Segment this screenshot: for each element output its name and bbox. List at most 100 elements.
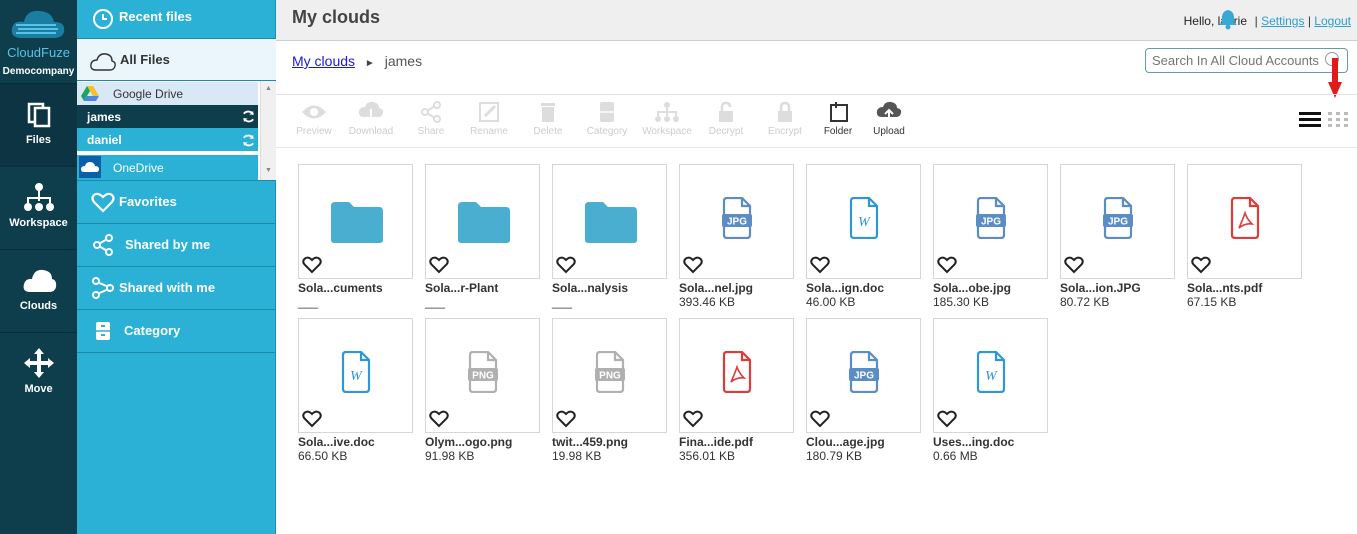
bell-icon[interactable] [1217, 8, 1239, 30]
cloud-item-daniel[interactable]: daniel [77, 128, 258, 151]
file-tile[interactable]: JPG Sola...ion.JPG 80.72 KB [1060, 164, 1175, 309]
favorite-heart-icon[interactable] [1064, 256, 1084, 274]
upload-button[interactable]: Upload [861, 101, 917, 137]
favorite-heart-icon[interactable] [810, 256, 830, 274]
sidebar-item-all-files[interactable]: All Files [77, 39, 276, 81]
file-thumbnail[interactable] [298, 164, 413, 279]
file-tile[interactable]: PNG twit...459.png 19.98 KB [552, 318, 667, 463]
sidebar-item-shared-by-me[interactable]: Shared by me [77, 224, 276, 267]
favorite-heart-icon[interactable] [556, 410, 576, 428]
favorite-heart-icon[interactable] [937, 410, 957, 428]
file-tile[interactable]: Sola...nts.pdf 67.15 KB [1187, 164, 1302, 309]
search-input[interactable] [1145, 48, 1348, 73]
favorite-heart-icon[interactable] [683, 256, 703, 274]
sidebar-item-category[interactable]: Category [77, 310, 276, 353]
file-thumbnail[interactable]: W [806, 164, 921, 279]
svg-text:PNG: PNG [599, 371, 621, 382]
favorite-heart-icon[interactable] [429, 256, 449, 274]
file-name[interactable]: Clou...age.jpg [806, 435, 921, 449]
file-thumbnail[interactable]: W [298, 318, 413, 433]
file-thumbnail[interactable] [552, 164, 667, 279]
file-thumbnail[interactable]: PNG [552, 318, 667, 433]
favorite-heart-icon[interactable] [302, 410, 322, 428]
file-name[interactable]: twit...459.png [552, 435, 667, 449]
file-name[interactable]: Sola...nel.jpg [679, 281, 794, 295]
jpg-file-icon: JPG [976, 197, 1006, 239]
file-size: 19.98 KB [552, 449, 602, 463]
sidebar-item-favorites[interactable]: Favorites [77, 181, 276, 224]
list-view-button[interactable] [1299, 112, 1321, 128]
file-tile[interactable]: JPG Clou...age.jpg 180.79 KB [806, 318, 921, 463]
preview-button[interactable]: Preview [286, 101, 342, 137]
favorite-heart-icon[interactable] [429, 410, 449, 428]
encrypt-button[interactable]: Encrypt [757, 101, 813, 137]
sidebar-item-shared-with-me[interactable]: Shared with me [77, 267, 276, 310]
file-thumbnail[interactable]: PNG [425, 318, 540, 433]
rail-item-clouds[interactable]: Clouds [0, 249, 77, 332]
file-tile[interactable]: Fina...ide.pdf 356.01 KB [679, 318, 794, 463]
download-button[interactable]: Download [343, 101, 399, 137]
file-name[interactable]: Olym...ogo.png [425, 435, 540, 449]
file-tile[interactable]: JPG Sola...obe.jpg 185.30 KB [933, 164, 1048, 309]
refresh-icon[interactable] [241, 109, 256, 124]
file-thumbnail[interactable] [425, 164, 540, 279]
file-name[interactable]: Sola...ion.JPG [1060, 281, 1175, 295]
refresh-icon[interactable] [241, 133, 256, 148]
cloudfuze-logo[interactable]: CloudFuze Democompany [0, 0, 77, 80]
cloud-item-james[interactable]: james [77, 105, 258, 128]
rail-item-move[interactable]: Move [0, 332, 77, 415]
rail-item-files[interactable]: Files [0, 83, 77, 166]
file-tile[interactable]: W Uses...ing.doc 0.66 MB [933, 318, 1048, 463]
file-name[interactable]: Sola...nalysis [552, 281, 667, 295]
file-name[interactable]: Sola...r-Plant [425, 281, 540, 295]
category-button[interactable]: Category [579, 101, 635, 137]
delete-button[interactable]: Delete [520, 101, 576, 137]
favorite-heart-icon[interactable] [810, 410, 830, 428]
file-thumbnail[interactable]: JPG [679, 164, 794, 279]
rename-button[interactable]: Rename [461, 101, 517, 137]
favorite-heart-icon[interactable] [937, 256, 957, 274]
scroll-up-icon[interactable]: ▲ [265, 85, 272, 92]
file-name[interactable]: Sola...ive.doc [298, 435, 413, 449]
favorite-heart-icon[interactable] [683, 410, 703, 428]
cabinet-icon [96, 322, 110, 340]
rail-item-workspace[interactable]: Workspace [0, 166, 77, 249]
sidebar-item-recent[interactable]: Recent files [77, 0, 276, 39]
grid-view-icon[interactable] [1328, 112, 1348, 128]
brand-name: CloudFuze [7, 45, 70, 60]
file-name[interactable]: Fina...ide.pdf [679, 435, 794, 449]
file-name[interactable]: Sola...obe.jpg [933, 281, 1048, 295]
settings-link[interactable]: Settings [1261, 14, 1304, 28]
file-thumbnail[interactable]: JPG [933, 164, 1048, 279]
file-thumbnail[interactable]: JPG [806, 318, 921, 433]
file-tile[interactable]: Sola...nalysis ___ [552, 164, 667, 309]
file-name[interactable]: Sola...nts.pdf [1187, 281, 1302, 295]
file-thumbnail[interactable] [1187, 164, 1302, 279]
file-tile[interactable]: JPG Sola...nel.jpg 393.46 KB [679, 164, 794, 309]
scroll-down-icon[interactable]: ▼ [265, 167, 272, 174]
decrypt-button[interactable]: Decrypt [698, 101, 754, 137]
cloud-item-onedrive[interactable]: OneDrive [77, 155, 258, 180]
file-tile[interactable]: W Sola...ign.doc 46.00 KB [806, 164, 921, 309]
file-tile[interactable]: Sola...cuments ___ [298, 164, 413, 309]
cloud-item-google-drive[interactable]: Google Drive [77, 82, 258, 105]
file-thumbnail[interactable]: JPG [1060, 164, 1175, 279]
favorite-heart-icon[interactable] [1191, 256, 1211, 274]
favorite-heart-icon[interactable] [302, 256, 322, 274]
workspace-button[interactable]: Workspace [639, 101, 695, 137]
cloud-list-scrollbar[interactable]: ▲ ▼ [260, 81, 276, 180]
file-name[interactable]: Sola...cuments [298, 281, 413, 295]
new-folder-button[interactable]: Folder [810, 101, 866, 137]
file-tile[interactable]: PNG Olym...ogo.png 91.98 KB [425, 318, 540, 463]
file-size: 46.00 KB [806, 295, 856, 309]
file-tile[interactable]: W Sola...ive.doc 66.50 KB [298, 318, 413, 463]
logout-link[interactable]: Logout [1314, 14, 1351, 28]
breadcrumb-root-link[interactable]: My clouds [292, 53, 355, 69]
favorite-heart-icon[interactable] [556, 256, 576, 274]
file-thumbnail[interactable]: W [933, 318, 1048, 433]
file-name[interactable]: Uses...ing.doc [933, 435, 1048, 449]
file-name[interactable]: Sola...ign.doc [806, 281, 921, 295]
file-thumbnail[interactable] [679, 318, 794, 433]
file-tile[interactable]: Sola...r-Plant ___ [425, 164, 540, 309]
share-button[interactable]: Share [403, 101, 459, 137]
